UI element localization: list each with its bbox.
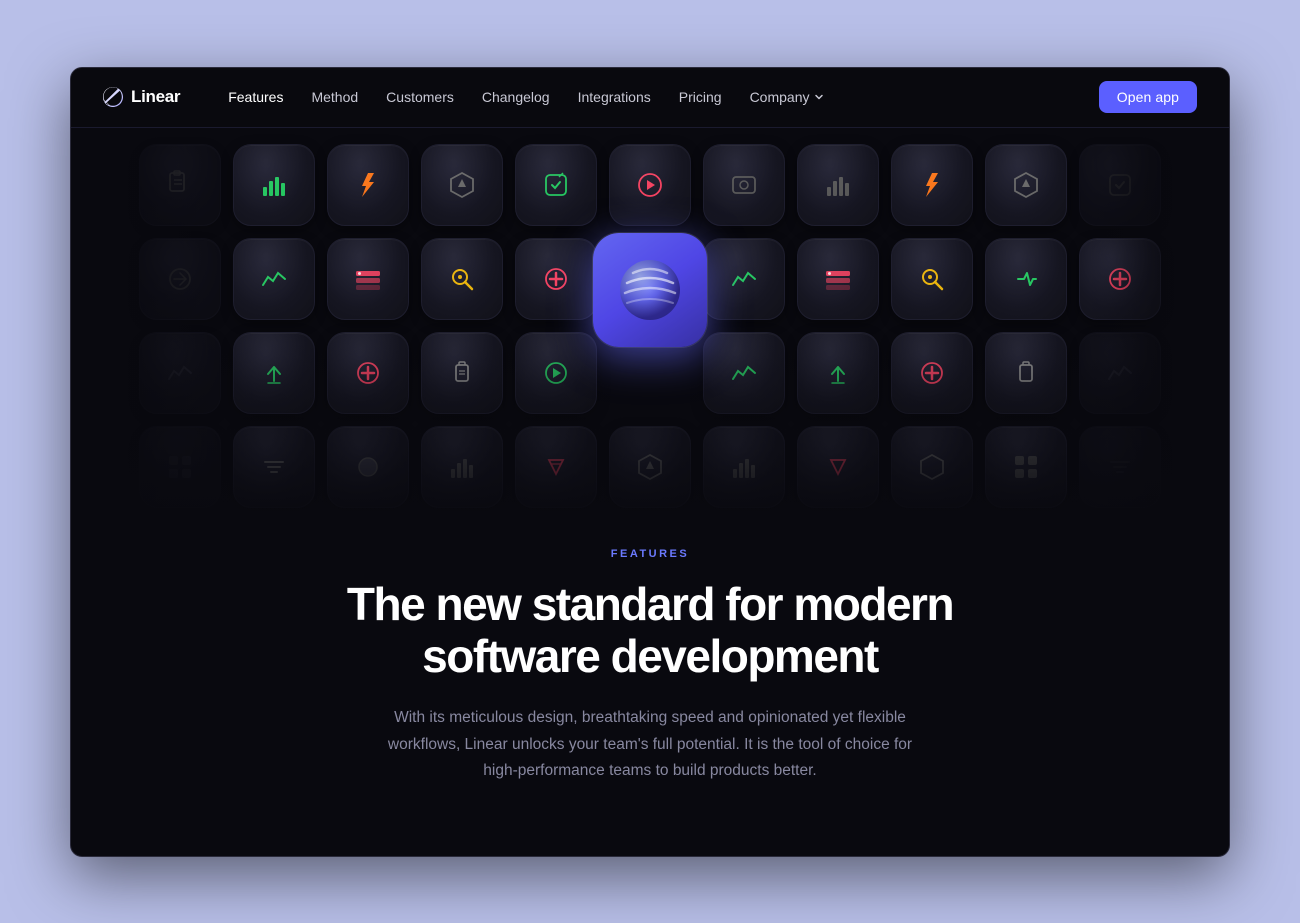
icon-cell [515, 332, 597, 414]
hero-title: The new standard for modern software dev… [340, 578, 960, 684]
icon-cell [985, 144, 1067, 226]
logo-link[interactable]: Linear [103, 87, 180, 107]
icon-cell [233, 238, 315, 320]
linear-logo-icon [103, 87, 123, 107]
icon-cell [327, 426, 409, 508]
icon-cell [703, 426, 785, 508]
icon-cell [421, 238, 503, 320]
nav-pricing[interactable]: Pricing [667, 83, 734, 111]
icon-cell [985, 332, 1067, 414]
icon-cell [891, 144, 973, 226]
icon-cell [139, 426, 221, 508]
icon-cell [609, 144, 691, 226]
icon-cell [233, 426, 315, 508]
icon-cell [233, 332, 315, 414]
icon-cell [1079, 238, 1161, 320]
logo-text: Linear [131, 87, 180, 107]
icon-cell [891, 238, 973, 320]
icon-cell [139, 332, 221, 414]
nav-method[interactable]: Method [299, 83, 370, 111]
hero-app-icon [593, 233, 707, 347]
open-app-button[interactable]: Open app [1099, 81, 1197, 113]
icon-cell [891, 426, 973, 508]
icon-cell [891, 332, 973, 414]
icon-cell [327, 332, 409, 414]
icon-cell [139, 238, 221, 320]
icon-cell [1079, 144, 1161, 226]
icon-grid-area [71, 128, 1229, 528]
icon-cell [797, 426, 879, 508]
nav-links: Features Method Customers Changelog Inte… [216, 83, 1098, 111]
nav-company[interactable]: Company [738, 83, 838, 111]
icon-cell [797, 238, 879, 320]
nav-customers[interactable]: Customers [374, 83, 466, 111]
icon-cell [797, 144, 879, 226]
icon-cell [421, 426, 503, 508]
icon-cell [233, 144, 315, 226]
browser-window: Linear Features Method Customers Changel… [70, 67, 1230, 857]
icon-cell [327, 238, 409, 320]
icon-cell [703, 144, 785, 226]
icon-cell [797, 332, 879, 414]
nav-features[interactable]: Features [216, 83, 295, 111]
icon-cell [327, 144, 409, 226]
icon-cell [985, 238, 1067, 320]
icon-cell [703, 332, 785, 414]
nav-changelog[interactable]: Changelog [470, 83, 562, 111]
icon-cell [609, 426, 691, 508]
icon-cell [421, 144, 503, 226]
linear-sphere-icon [615, 255, 685, 325]
icon-cell [703, 238, 785, 320]
hero-subtitle: With its meticulous design, breathtaking… [370, 705, 930, 784]
icon-cell [515, 426, 597, 508]
icon-cell [515, 238, 597, 320]
chevron-down-icon [813, 91, 825, 103]
nav-integrations[interactable]: Integrations [566, 83, 663, 111]
icon-cell [421, 332, 503, 414]
icon-cell [1079, 332, 1161, 414]
icon-cell [139, 144, 221, 226]
icon-cell [515, 144, 597, 226]
hero-label: FEATURES [103, 548, 1197, 560]
hero-section: FEATURES The new standard for modern sof… [71, 528, 1229, 845]
icon-cell [985, 426, 1067, 508]
navbar: Linear Features Method Customers Changel… [71, 68, 1229, 128]
icon-cell [1079, 426, 1161, 508]
